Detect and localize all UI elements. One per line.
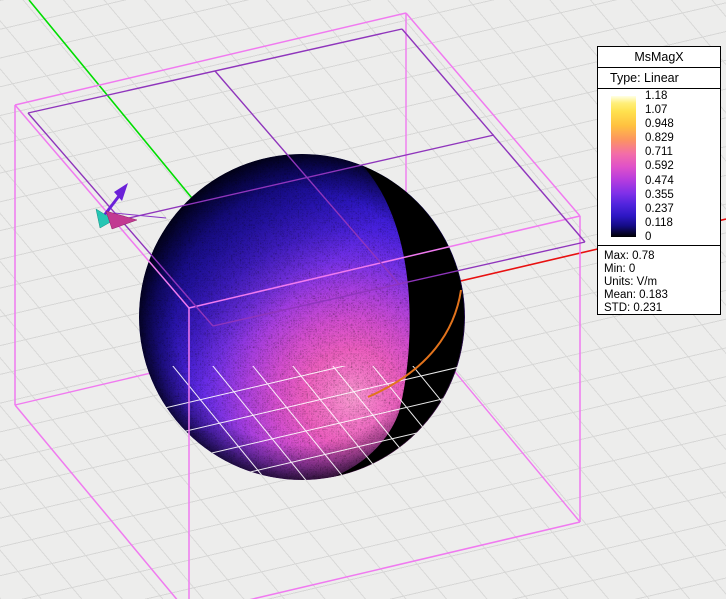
- box-top-back-right-edge: [406, 13, 580, 216]
- field-sphere[interactable]: [135, 154, 518, 499]
- stat-std: STD: 0.231: [604, 302, 720, 315]
- colorbar[interactable]: [611, 96, 636, 237]
- box-top-back-left-edge: [15, 13, 406, 105]
- stat-min: Min: 0: [604, 263, 720, 276]
- tick-label: 0.474: [645, 175, 674, 187]
- tick-label: 0.355: [645, 189, 674, 201]
- legend-panel[interactable]: MsMagX Type: Linear 1.18 1.07 0.948 0.82…: [597, 46, 721, 315]
- stat-mean: Mean: 0.183: [604, 289, 720, 302]
- tick-label: 1.07: [645, 104, 674, 116]
- tick-label: 0.592: [645, 160, 674, 172]
- legend-scale-type: Type: Linear: [598, 68, 720, 89]
- box-bottom-front-left-edge: [15, 405, 189, 599]
- tick-label: 0.948: [645, 118, 674, 130]
- tick-label: 0.829: [645, 132, 674, 144]
- stat-units: Units: V/m: [604, 276, 720, 289]
- legend-statistics: Max: 0.78 Min: 0 Units: V/m Mean: 0.183 …: [598, 246, 720, 315]
- legend-scale-area: 1.18 1.07 0.948 0.829 0.711 0.592 0.474 …: [598, 89, 720, 246]
- tick-label: 0.118: [645, 217, 674, 229]
- 3d-viewport[interactable]: MsMagX Type: Linear 1.18 1.07 0.948 0.82…: [0, 0, 726, 599]
- tick-label: 1.18: [645, 90, 674, 102]
- tick-label: 0.237: [645, 203, 674, 215]
- stat-max: Max: 0.78: [604, 250, 720, 263]
- source-marker[interactable]: [96, 183, 166, 229]
- box-bottom-front-right-edge: [189, 522, 580, 599]
- tick-label: 0.711: [645, 146, 674, 158]
- tick-label: 0: [645, 231, 674, 243]
- colorbar-tick-labels: 1.18 1.07 0.948 0.829 0.711 0.592 0.474 …: [645, 90, 674, 243]
- legend-field-name: MsMagX: [598, 47, 720, 68]
- box-top-front-left-edge: [15, 105, 189, 308]
